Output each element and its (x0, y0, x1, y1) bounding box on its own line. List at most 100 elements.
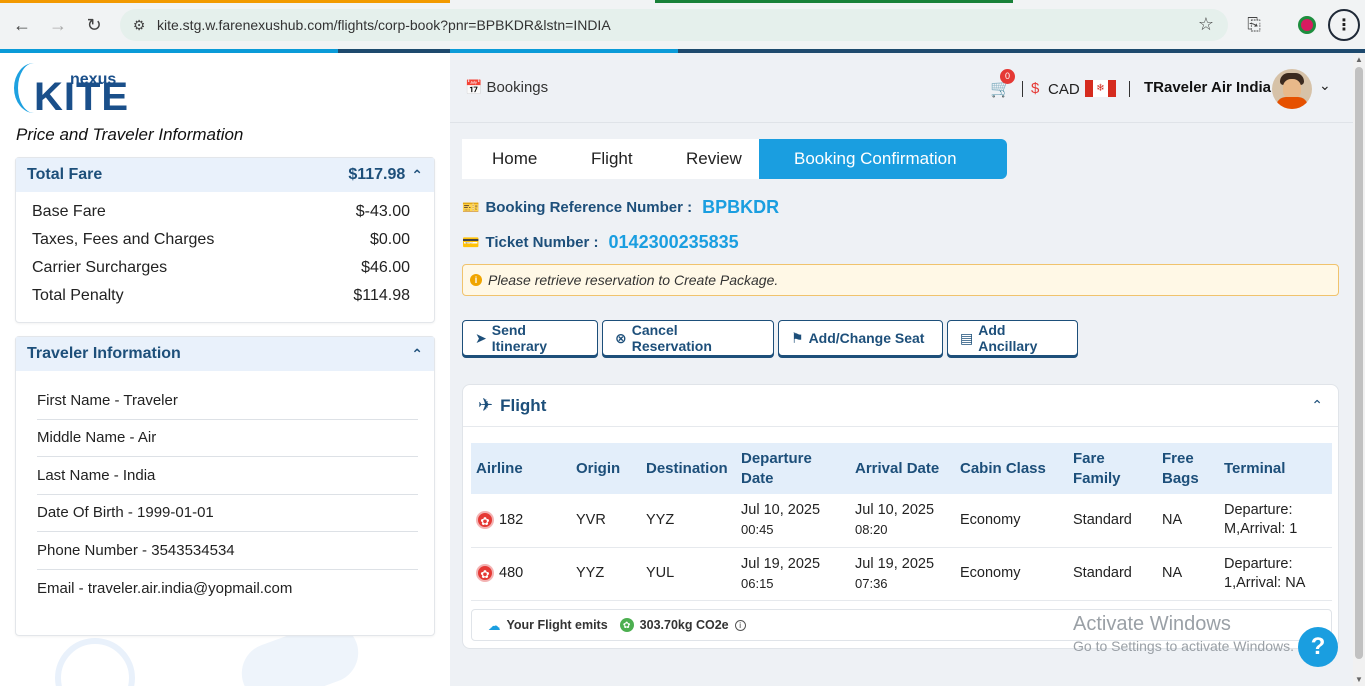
profile-icon[interactable] (1298, 16, 1316, 34)
seat-icon: ⚑ (791, 329, 804, 346)
fare-family-cell: Standard (1068, 547, 1157, 601)
avatar[interactable] (1272, 69, 1312, 109)
breadcrumb-flight[interactable]: Flight (558, 139, 652, 179)
price-traveler-panel: KITE nexus Price and Traveler Informatio… (0, 53, 450, 686)
chevron-up-icon[interactable]: ⌃ (411, 346, 423, 363)
help-button[interactable]: ? (1298, 627, 1338, 667)
bookings-link[interactable]: 📅 Bookings (465, 79, 548, 96)
traveler-info-label: Traveler Information (27, 345, 181, 362)
chevron-up-icon[interactable]: ⌃ (1311, 397, 1323, 414)
total-fare-card: Total Fare $117.98 ⌃ Base Fare $-43.00 Ta… (15, 157, 435, 323)
chevron-up-icon[interactable]: ⌃ (411, 167, 423, 184)
top-header: 📅 Bookings 🛒 0 $ CAD ❄ TRaveler Air Indi… (450, 53, 1353, 123)
main-content: 📅 Bookings 🛒 0 $ CAD ❄ TRaveler Air Indi… (450, 53, 1353, 686)
canada-flag-icon[interactable]: ❄ (1085, 80, 1116, 97)
table-header-row: Airline Origin Destination Departure Dat… (471, 443, 1332, 494)
reload-icon[interactable]: ↻ (80, 11, 108, 39)
traveler-info-header[interactable]: Traveler Information ⌃ (16, 337, 434, 371)
ticket-number-value: 0142300235835 (608, 232, 739, 252)
add-change-seat-button[interactable]: ⚑ Add/Change Seat (778, 320, 943, 356)
flight-card-header[interactable]: ✈ Flight ⌃ (463, 385, 1338, 427)
arrival-cell: Jul 10, 2025 08:20 (850, 494, 955, 548)
extensions-icon[interactable]: ⎘ (1240, 11, 1268, 39)
col-free-bags: Free Bags (1157, 443, 1219, 494)
origin-cell: YVR (571, 494, 641, 548)
fare-row: Total Penalty $114.98 (32, 287, 410, 304)
browser-toolbar: ← → ↻ ⚙ kite.stg.w.farenexushub.com/flig… (0, 0, 1365, 50)
table-row: ✿ 480 YYZ YUL Jul 19, 2025 06:15 Jul 19, 2… (471, 547, 1332, 601)
departure-cell: Jul 10, 2025 00:45 (736, 494, 850, 548)
cloud-icon: ☁ (488, 618, 501, 633)
ticket-number-label: Ticket Number : (485, 234, 599, 251)
ticket-number: 💳 Ticket Number : 0142300235835 (462, 232, 739, 253)
fare-row: Carrier Surcharges $46.00 (32, 259, 410, 276)
ticket-icon: 🎫 (462, 199, 480, 215)
chevron-down-icon[interactable]: ⌄ (1319, 77, 1331, 94)
booking-ref-label: Booking Reference Number : (485, 199, 693, 216)
cancel-circle-icon: ⊗ (615, 329, 627, 346)
booking-reference: 🎫 Booking Reference Number : BPBKDR (462, 197, 779, 218)
activate-windows-watermark: Activate Windows Go to Settings to activ… (1073, 613, 1294, 654)
traveler-dob: Date Of Birth - 1999-01-01 (37, 495, 418, 532)
col-cabin-class: Cabin Class (955, 443, 1068, 494)
breadcrumb-home[interactable]: Home (462, 139, 558, 179)
emits-label: Your Flight emits (506, 618, 608, 632)
user-name[interactable]: TRaveler Air India (1144, 79, 1271, 96)
origin-cell: YYZ (571, 547, 641, 601)
fare-row: Taxes, Fees and Charges $0.00 (32, 231, 410, 248)
bags-cell: NA (1157, 494, 1219, 548)
url-text[interactable]: kite.stg.w.farenexushub.com/flights/corp… (157, 17, 611, 33)
back-icon[interactable]: ← (8, 11, 36, 39)
terminal-cell: Departure: 1,Arrival: NA (1219, 547, 1332, 601)
fare-family-cell: Standard (1068, 494, 1157, 548)
air-canada-logo-icon: ✿ (476, 564, 494, 583)
send-itinerary-button[interactable]: ➤ Send Itinerary (462, 320, 598, 356)
currency-selector[interactable]: CAD (1048, 81, 1080, 98)
traveler-first-name: First Name - Traveler (37, 382, 418, 420)
luggage-icon: ▤ (960, 329, 974, 346)
site-info-icon[interactable]: ⚙ (130, 16, 148, 34)
cabin-cell: Economy (955, 547, 1068, 601)
traveler-middle-name: Middle Name - Air (37, 420, 418, 457)
kite-logo[interactable]: KITE nexus (14, 59, 134, 121)
divider (1022, 81, 1023, 97)
page-scrollbar[interactable]: ▲ ▼ (1353, 53, 1365, 686)
flight-number: 480 (499, 565, 524, 581)
address-bar[interactable]: ⚙ kite.stg.w.farenexushub.com/flights/co… (120, 9, 1228, 41)
bags-cell: NA (1157, 547, 1219, 601)
flight-title: Flight (500, 395, 547, 415)
cart-count-badge: 0 (1000, 69, 1015, 84)
scrollbar-thumb[interactable] (1355, 67, 1363, 659)
col-origin: Origin (571, 443, 641, 494)
alert-text: Please retrieve reservation to Create Pa… (488, 272, 779, 288)
flight-number: 182 (499, 511, 524, 528)
col-departure-date: Departure Date (736, 443, 850, 494)
scroll-up-icon[interactable]: ▲ (1355, 55, 1363, 64)
traveler-info-card: Traveler Information ⌃ First Name - Trav… (15, 336, 435, 636)
breadcrumb-review[interactable]: Review (652, 139, 759, 179)
booking-ref-value: BPBKDR (702, 197, 780, 217)
traveler-phone: Phone Number - 3543534534 (37, 532, 418, 570)
bookmark-star-icon[interactable]: ☆ (1198, 14, 1214, 35)
fare-row: Base Fare $-43.00 (32, 203, 410, 220)
col-fare-family: Fare Family (1068, 443, 1157, 494)
calendar-check-icon: 📅 (465, 79, 483, 95)
air-canada-logo-icon: ✿ (476, 510, 494, 529)
cancel-reservation-button[interactable]: ⊗ Cancel Reservation (602, 320, 774, 356)
leaf-icon: ✿ (619, 618, 634, 632)
add-ancillary-button[interactable]: ▤ Add Ancillary (947, 320, 1078, 356)
destination-cell: YUL (641, 547, 736, 601)
total-fare-header[interactable]: Total Fare $117.98 ⌃ (16, 158, 434, 192)
forward-icon[interactable]: → (44, 11, 72, 39)
traveler-last-name: Last Name - India (37, 457, 418, 495)
destination-cell: YYZ (641, 494, 736, 548)
breadcrumb-booking-confirmation[interactable]: Booking Confirmation (759, 139, 1007, 179)
col-destination: Destination (641, 443, 736, 494)
browser-menu-icon[interactable]: ⋮ (1328, 9, 1360, 41)
flight-card: ✈ Flight ⌃ Airline Origin Destination De… (462, 384, 1339, 649)
info-icon[interactable]: i (734, 619, 746, 631)
terminal-cell: Departure: M,Arrival: 1 (1219, 494, 1332, 548)
scroll-down-icon[interactable]: ▼ (1355, 675, 1363, 684)
info-icon: i (470, 274, 482, 286)
col-arrival-date: Arrival Date (850, 443, 955, 494)
